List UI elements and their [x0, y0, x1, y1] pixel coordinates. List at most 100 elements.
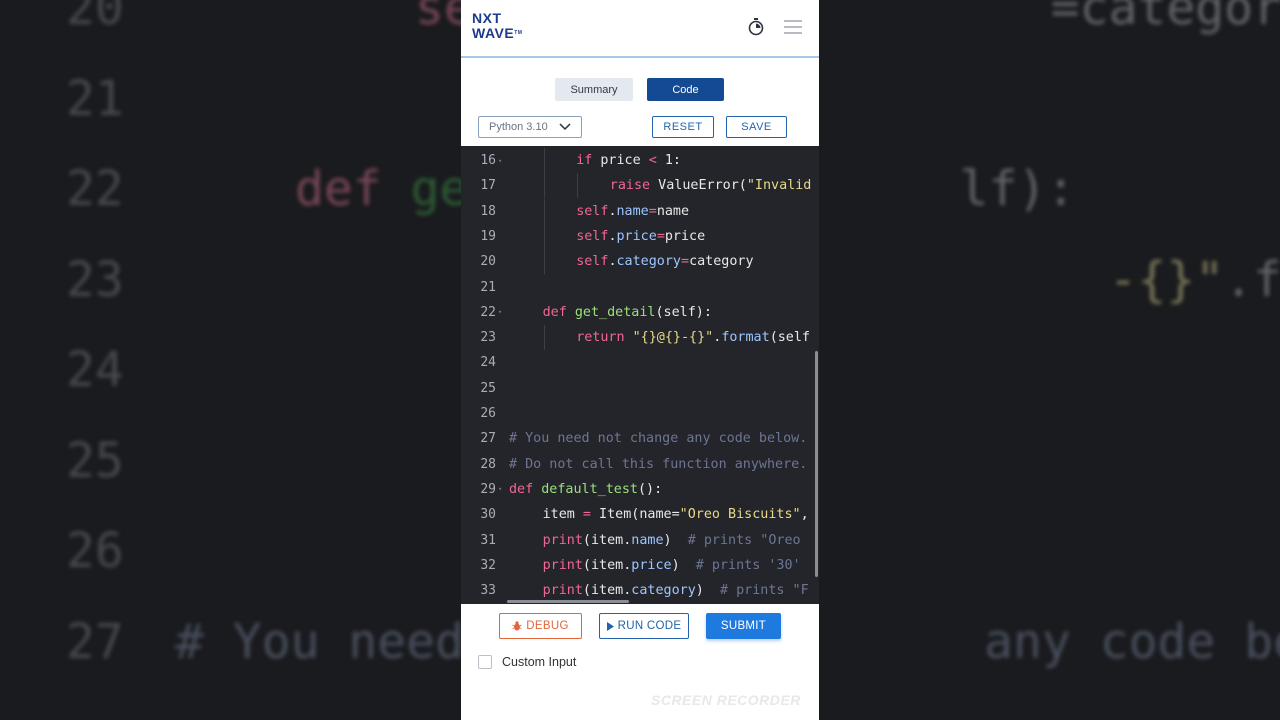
- line-number: 29: [480, 481, 496, 497]
- code-text: print(item.price) # prints '30': [543, 558, 801, 573]
- code-text: raise ValueError("Invalid: [610, 178, 812, 193]
- phone-screen: NXT WAVETM Summary Code Python 3.10 RESE…: [461, 0, 819, 720]
- line-number: 32: [480, 557, 496, 573]
- submit-button[interactable]: SUBMIT: [706, 613, 781, 639]
- line-number: 21: [480, 279, 496, 295]
- code-line[interactable]: 28 # Do not call this function anywhere.: [461, 452, 819, 477]
- editor-horizontal-scrollbar[interactable]: [507, 600, 629, 603]
- code-line[interactable]: 27 # You need not change any code below.: [461, 426, 819, 451]
- save-button[interactable]: SAVE: [726, 116, 787, 138]
- hamburger-menu-icon[interactable]: [784, 20, 802, 34]
- code-token: price: [631, 557, 672, 573]
- code-line[interactable]: 17 raise ValueError("Invalid: [461, 173, 819, 199]
- code-token: ): [695, 583, 720, 599]
- code-token: raise: [609, 178, 651, 194]
- line-number: 18: [480, 203, 496, 219]
- line-number: 17: [480, 178, 496, 194]
- play-icon: [606, 621, 614, 631]
- code-text: return "{}@{}-{}".format(self: [576, 330, 810, 345]
- custom-input-checkbox[interactable]: [478, 655, 492, 669]
- line-number: 16: [480, 153, 496, 168]
- background-code-text: re -{}".format(self: [1108, 251, 1280, 308]
- code-token: ): [671, 557, 696, 573]
- code-token: # You need not change any code below.: [509, 431, 808, 447]
- code-line[interactable]: 32 print(item.price) # prints '30': [461, 553, 819, 578]
- app-header: NXT WAVETM: [461, 0, 819, 58]
- code-line[interactable]: 25: [461, 376, 819, 401]
- code-line[interactable]: 29 ▾ def default_test():: [461, 477, 819, 502]
- code-token: ): [663, 532, 688, 548]
- background-code-text: # You need any code below.: [984, 613, 1280, 670]
- code-token: 1:: [656, 153, 681, 168]
- editor-vertical-scrollbar[interactable]: [815, 351, 818, 577]
- code-line[interactable]: 30 item = Item(name="Oreo Biscuits",: [461, 502, 819, 527]
- background-line-number: 21: [66, 70, 124, 127]
- tab-summary[interactable]: Summary: [555, 78, 633, 101]
- indent-guide: [543, 148, 545, 173]
- background-line-number: 26: [66, 523, 124, 579]
- reset-button[interactable]: RESET: [652, 116, 714, 138]
- code-token: self: [576, 228, 609, 244]
- code-text: if price < 1:: [576, 153, 681, 168]
- custom-input-label: Custom Input: [502, 655, 577, 669]
- language-select-value: Python 3.10: [489, 121, 548, 133]
- fold-arrow-icon[interactable]: ▾: [496, 308, 506, 316]
- line-number: 19: [480, 228, 496, 244]
- indent-guide: [543, 223, 545, 249]
- code-line[interactable]: 31 print(item.name) # prints "Oreo: [461, 528, 819, 553]
- code-text: print(item.category) # prints "F: [543, 583, 809, 598]
- stopwatch-icon[interactable]: [748, 18, 764, 36]
- run-code-button[interactable]: RUN CODE: [599, 613, 689, 639]
- code-line[interactable]: 21: [461, 275, 819, 300]
- code-line[interactable]: 16 ▾ if price < 1:: [461, 148, 819, 173]
- code-line[interactable]: 24: [461, 350, 819, 375]
- code-token: =: [648, 203, 657, 219]
- fold-arrow-icon[interactable]: ▾: [496, 485, 506, 493]
- code-token: self: [576, 254, 609, 270]
- code-token: print: [542, 583, 583, 599]
- code-token: =: [582, 507, 591, 523]
- blurred-background-left: 20 se =category 21 22 def ge lf): 23 re -{}".…: [0, 0, 461, 720]
- background-line-number: 24: [66, 342, 124, 398]
- code-token: =: [656, 228, 665, 244]
- code-token: category: [631, 583, 696, 599]
- indent-guide: [543, 325, 545, 351]
- logo-text-line1: NXT: [472, 10, 502, 26]
- indent-guide: [577, 173, 579, 199]
- custom-input-option[interactable]: Custom Input: [478, 655, 576, 669]
- debug-button[interactable]: DEBUG: [499, 613, 582, 639]
- code-editor[interactable]: 33 print(item.category) # prints "F 32 prin…: [461, 146, 819, 604]
- code-token: price: [664, 228, 706, 244]
- code-token: print: [542, 557, 583, 573]
- code-token: # prints "F: [719, 583, 809, 599]
- code-line[interactable]: 19 self.price=price: [461, 223, 819, 249]
- code-token: ():: [638, 481, 663, 497]
- code-text: self.category=category: [576, 254, 753, 269]
- blurred-background-right: 20se =category2122def ge lf):23 re -{}".…: [819, 0, 1280, 720]
- fold-arrow-icon[interactable]: ▾: [496, 157, 506, 165]
- background-code-text: se =category: [1050, 0, 1280, 36]
- code-line[interactable]: 26: [461, 401, 819, 426]
- logo-trademark: TM: [514, 30, 523, 36]
- background-line-number: 23: [66, 251, 124, 308]
- code-line[interactable]: 23 return "{}@{}-{}".format(self: [461, 325, 819, 351]
- indent-guide: [543, 173, 545, 199]
- code-text: self.name=name: [576, 204, 689, 219]
- language-select[interactable]: Python 3.10: [478, 116, 582, 138]
- line-number: 25: [480, 380, 496, 396]
- tab-code[interactable]: Code: [647, 78, 724, 101]
- code-text: item = Item(name="Oreo Biscuits",: [543, 507, 809, 522]
- code-token: return: [576, 330, 625, 346]
- code-line[interactable]: 20 self.category=category: [461, 249, 819, 275]
- code-line[interactable]: 22 ▾ def get_detail(self):: [461, 300, 819, 325]
- nxtwave-logo[interactable]: NXT WAVETM: [472, 11, 522, 41]
- code-token: name: [631, 532, 664, 548]
- code-token: item: [542, 507, 583, 523]
- code-text: self.price=price: [576, 229, 705, 244]
- code-token: .: [608, 254, 617, 270]
- code-line[interactable]: 18 self.name=name: [461, 198, 819, 224]
- code-token: def: [509, 481, 534, 497]
- code-text: # Do not call this function anywhere.: [509, 457, 807, 472]
